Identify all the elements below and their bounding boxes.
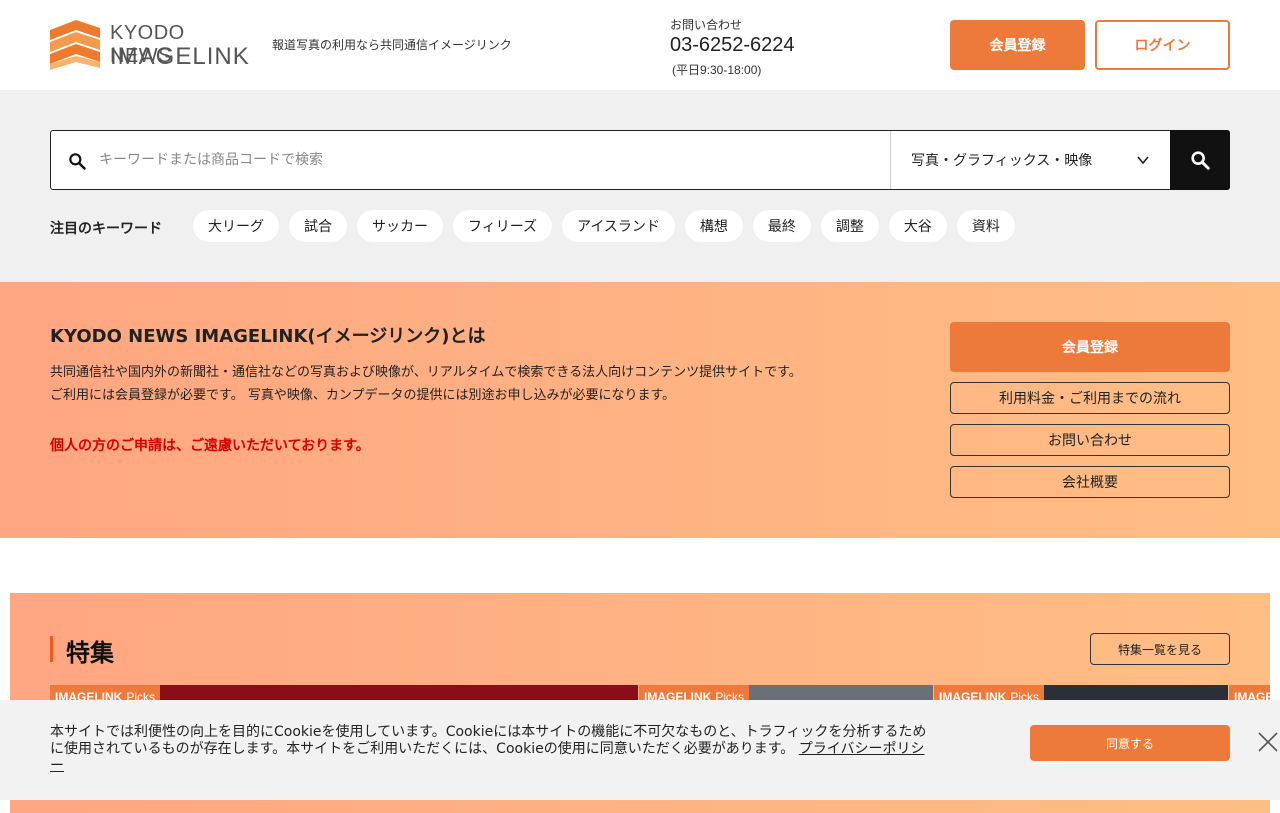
feature-title: 特集 (66, 639, 114, 667)
contact-button[interactable]: お問い合わせ (950, 424, 1230, 456)
section-accent-bar (50, 636, 53, 662)
cookie-message: 本サイトでは利便性の向上を目的にCookieを使用しています。Cookieには本… (50, 724, 930, 775)
contact-hours: (平日9:30-18:00) (672, 63, 762, 77)
about-description: ご利用には会員登録が必要です。 写真や映像、カンプデータの提供には別途お申し込み… (50, 388, 676, 403)
keyword-chip[interactable]: フィリーズ (453, 210, 553, 242)
about-section: KYODO NEWS IMAGELINK(イメージリンク)とは 共同通信社や国内… (0, 282, 1280, 538)
cookie-message-text: 本サイトでは利便性の向上を目的にCookieを使用しています。Cookieには本… (50, 724, 927, 757)
keyword-chip[interactable]: 試合 (289, 210, 347, 242)
category-select[interactable]: 写真・グラフィックス・映像 (890, 131, 1170, 189)
site-logo[interactable]: KYODO NEWS IMAGELINK (50, 20, 249, 72)
logo-text-bottom: IMAGELINK (110, 43, 250, 70)
login-button[interactable]: ログイン (1095, 20, 1230, 70)
trending-keywords-list: 大リーグ 試合 サッカー フィリーズ アイスランド 構想 最終 調整 大谷 資料 (193, 210, 1015, 242)
close-icon[interactable] (1256, 730, 1280, 754)
search-button[interactable] (1170, 130, 1230, 190)
search-input[interactable] (99, 145, 879, 175)
about-register-button[interactable]: 会員登録 (950, 322, 1230, 372)
keyword-chip[interactable]: 構想 (684, 210, 743, 242)
keyword-chip[interactable]: サッカー (357, 210, 443, 242)
site-header: KYODO NEWS IMAGELINK 報道写真の利用なら共同通信イメージリン… (0, 0, 1280, 90)
search-icon (69, 153, 86, 170)
logo-mark-icon (50, 20, 100, 70)
search-icon (1191, 151, 1210, 170)
individual-notice: 個人の方のご申請は、ご遠慮いただいております。 (50, 438, 370, 454)
contact-label: お問い合わせ (670, 18, 743, 32)
keyword-chip[interactable]: 最終 (752, 210, 811, 242)
trending-keywords-label: 注目のキーワード (50, 221, 162, 237)
search-section: 写真・グラフィックス・映像 注目のキーワード 大リーグ 試合 サッカー フィリー… (0, 90, 1280, 282)
keyword-chip[interactable]: アイスランド (562, 210, 675, 242)
keyword-chip[interactable]: 大リーグ (193, 210, 279, 242)
keyword-chip[interactable]: 大谷 (888, 210, 947, 242)
keyword-chip[interactable]: 資料 (956, 210, 1015, 242)
contact-phone[interactable]: 03-6252-6224 (670, 34, 795, 57)
about-description: 共同通信社や国内外の新聞社・通信社などの写真および映像が、リアルタイムで検索でき… (50, 365, 802, 380)
cookie-consent-bar: 本サイトでは利便性の向上を目的にCookieを使用しています。Cookieには本… (0, 700, 1280, 800)
register-button[interactable]: 会員登録 (950, 20, 1085, 70)
keyword-chip[interactable]: 調整 (820, 210, 879, 242)
search-box: 写真・グラフィックス・映像 (50, 130, 1230, 190)
category-select-value: 写真・グラフィックス・映像 (911, 153, 1093, 169)
cookie-accept-button[interactable]: 同意する (1030, 725, 1230, 761)
site-tagline: 報道写真の利用なら共同通信イメージリンク (272, 38, 512, 52)
chevron-down-icon (1137, 156, 1149, 165)
company-button[interactable]: 会社概要 (950, 466, 1230, 498)
feature-list-button[interactable]: 特集一覧を見る (1090, 633, 1230, 665)
about-title: KYODO NEWS IMAGELINK(イメージリンク)とは (50, 326, 486, 347)
pricing-button[interactable]: 利用料金・ご利用までの流れ (950, 382, 1230, 414)
